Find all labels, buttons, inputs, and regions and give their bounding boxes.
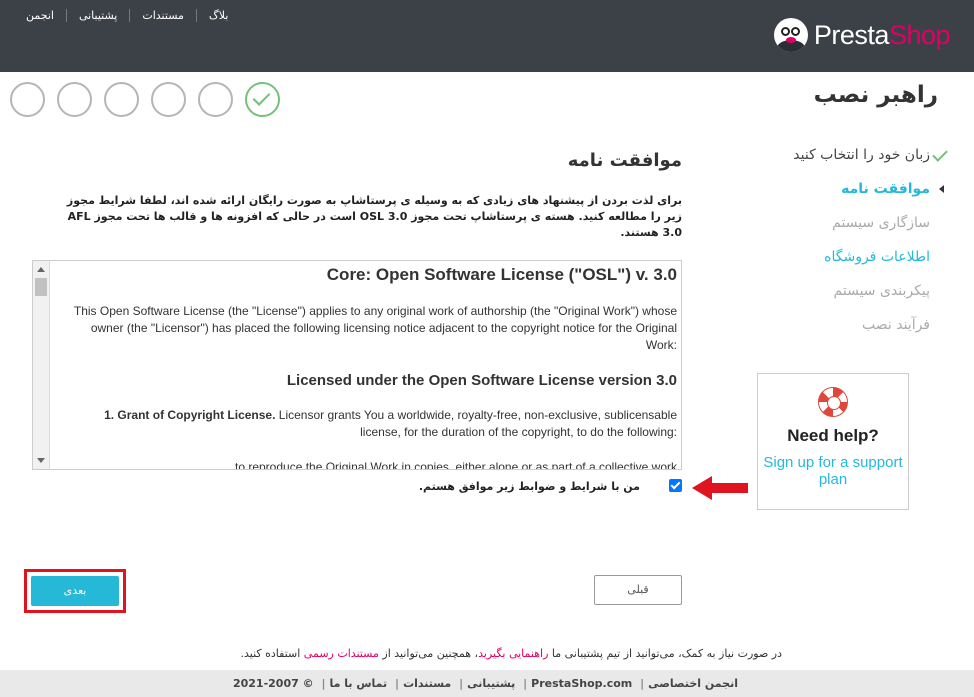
license-grant-paragraph: 1. Grant of Copyright License. Licensor … xyxy=(63,407,677,441)
top-link-forum[interactable]: انجمن xyxy=(14,9,66,22)
puffin-logo-icon xyxy=(773,18,808,52)
footer-copyright: © 2007-2021 xyxy=(232,677,314,690)
sidebar-item-license: موافقت نامه xyxy=(750,179,944,213)
footer-links: انجمن اختصاصی| PrestaShop.com| پشتیبانی|… xyxy=(233,677,738,690)
footer-help-text-2: ، همچنین می‌توانید از xyxy=(378,647,479,660)
sidebar-item-compatibility: سازگاری سیستم xyxy=(750,213,930,247)
license-heading: Core: Open Software License ("OSL") v. 3… xyxy=(326,265,677,284)
sidebar-item-label: پیکربندی سیستم xyxy=(833,283,930,299)
top-header: بلاگ مستندات پشتیبانی انجمن PrestaShop xyxy=(0,0,974,72)
license-paragraph-3: to reproduce the Original Work in copies… xyxy=(235,460,677,470)
next-button[interactable]: بعدی xyxy=(31,576,119,606)
top-nav: بلاگ مستندات پشتیبانی انجمن xyxy=(14,9,240,22)
top-link-blog[interactable]: بلاگ xyxy=(195,9,240,22)
scroll-up-icon[interactable] xyxy=(37,267,45,272)
license-content: Core: Open Software License ("OSL") v. 3… xyxy=(63,265,677,470)
footer-link-docs[interactable]: مستندات xyxy=(403,677,451,690)
footer-help-text-3: استفاده کنید. xyxy=(240,647,304,660)
help-box: Need help? Sign up for a support plan xyxy=(757,373,909,510)
license-text-box[interactable]: Core: Open Software License ("OSL") v. 3… xyxy=(32,260,682,470)
top-link-docs[interactable]: مستندات xyxy=(129,9,196,22)
license-subheading: Licensed under the Open Software License… xyxy=(286,372,677,389)
previous-button[interactable]: قبلی xyxy=(594,575,682,605)
footer-separator: | xyxy=(459,677,464,690)
sidebar-item-label: زبان خود را انتخاب کنید xyxy=(793,147,930,163)
lifebuoy-icon xyxy=(818,387,848,417)
wizard-title: راهبر نصب xyxy=(813,82,938,108)
footer-help-link-support[interactable]: راهنمایی بگیرید xyxy=(478,647,548,660)
license-scrollbar[interactable] xyxy=(33,261,50,469)
footer-help-link-docs[interactable]: مستندات رسمی xyxy=(304,647,379,660)
footer-help-text: در صورت نیاز به کمک، می‌توانید از تیم پش… xyxy=(240,647,782,660)
step-circle xyxy=(57,82,92,117)
support-plan-link[interactable]: Sign up for a support plan xyxy=(758,454,908,488)
scroll-thumb[interactable] xyxy=(35,278,47,296)
top-link-support[interactable]: پشتیبانی xyxy=(65,9,129,22)
license-grant-title: 1. Grant of Copyright License. xyxy=(104,408,276,422)
license-paragraph: This Open Software License (the "License… xyxy=(73,304,677,352)
agree-label[interactable]: من با شرایط و ضوابط زیر موافق هستم. xyxy=(419,480,640,493)
step-progress xyxy=(10,82,280,117)
logo-text: PrestaShop xyxy=(813,19,951,51)
footer-separator: | xyxy=(523,677,528,690)
page-title: موافقت نامه xyxy=(567,150,682,171)
step-circle xyxy=(10,82,45,117)
check-icon xyxy=(932,146,948,162)
sidebar-item-language[interactable]: زبان خود را انتخاب کنید xyxy=(750,145,948,179)
help-title: Need help? xyxy=(787,426,879,445)
logo-text-shop: Shop xyxy=(888,19,951,50)
sidebar-item-store-info[interactable]: اطلاعات فروشگاه xyxy=(750,247,930,281)
step-circle xyxy=(245,82,280,117)
red-arrow-annotation-icon xyxy=(692,476,748,500)
step-circle xyxy=(198,82,233,117)
footer-separator: | xyxy=(321,677,326,690)
sidebar-item-label: اطلاعات فروشگاه xyxy=(824,249,930,265)
caret-left-icon xyxy=(939,185,944,193)
prestashop-logo[interactable]: PrestaShop xyxy=(773,18,951,52)
sidebar-item-label: سازگاری سیستم xyxy=(832,215,930,231)
step-circle xyxy=(151,82,186,117)
agree-checkbox[interactable] xyxy=(669,479,682,492)
step-circle xyxy=(104,82,139,117)
sidebar-item-label: موافقت نامه xyxy=(841,181,930,197)
footer-link-contact[interactable]: تماس با ما xyxy=(330,677,388,690)
sidebar-item-system-config: پیکربندی سیستم xyxy=(750,281,930,315)
agree-row: من با شرایط و ضوابط زیر موافق هستم. xyxy=(410,478,682,496)
footer-help-text-1: در صورت نیاز به کمک، می‌توانید از تیم پش… xyxy=(548,647,782,660)
sidebar-item-label: فرآیند نصب xyxy=(861,317,930,333)
license-intro: برای لذت بردن از پیشنهاد های زیادی که به… xyxy=(66,194,682,239)
footer-separator: | xyxy=(640,677,645,690)
footer-bar: انجمن اختصاصی| PrestaShop.com| پشتیبانی|… xyxy=(0,670,974,697)
license-grant-text: Licensor grants You a worldwide, royalty… xyxy=(275,408,677,439)
scroll-down-icon[interactable] xyxy=(37,458,45,463)
logo-text-presta: Presta xyxy=(813,19,890,50)
check-icon xyxy=(252,88,271,106)
next-button-highlight: بعدی xyxy=(24,569,126,613)
footer-link-prestashop[interactable]: PrestaShop.com xyxy=(531,677,632,690)
footer-separator: | xyxy=(395,677,400,690)
sidebar-item-install-process: فرآیند نصب xyxy=(750,315,930,349)
footer-link-forum[interactable]: انجمن اختصاصی xyxy=(648,677,738,690)
footer-link-support[interactable]: پشتیبانی xyxy=(467,677,515,690)
install-steps-sidebar: زبان خود را انتخاب کنید موافقت نامه سازگ… xyxy=(750,145,948,349)
